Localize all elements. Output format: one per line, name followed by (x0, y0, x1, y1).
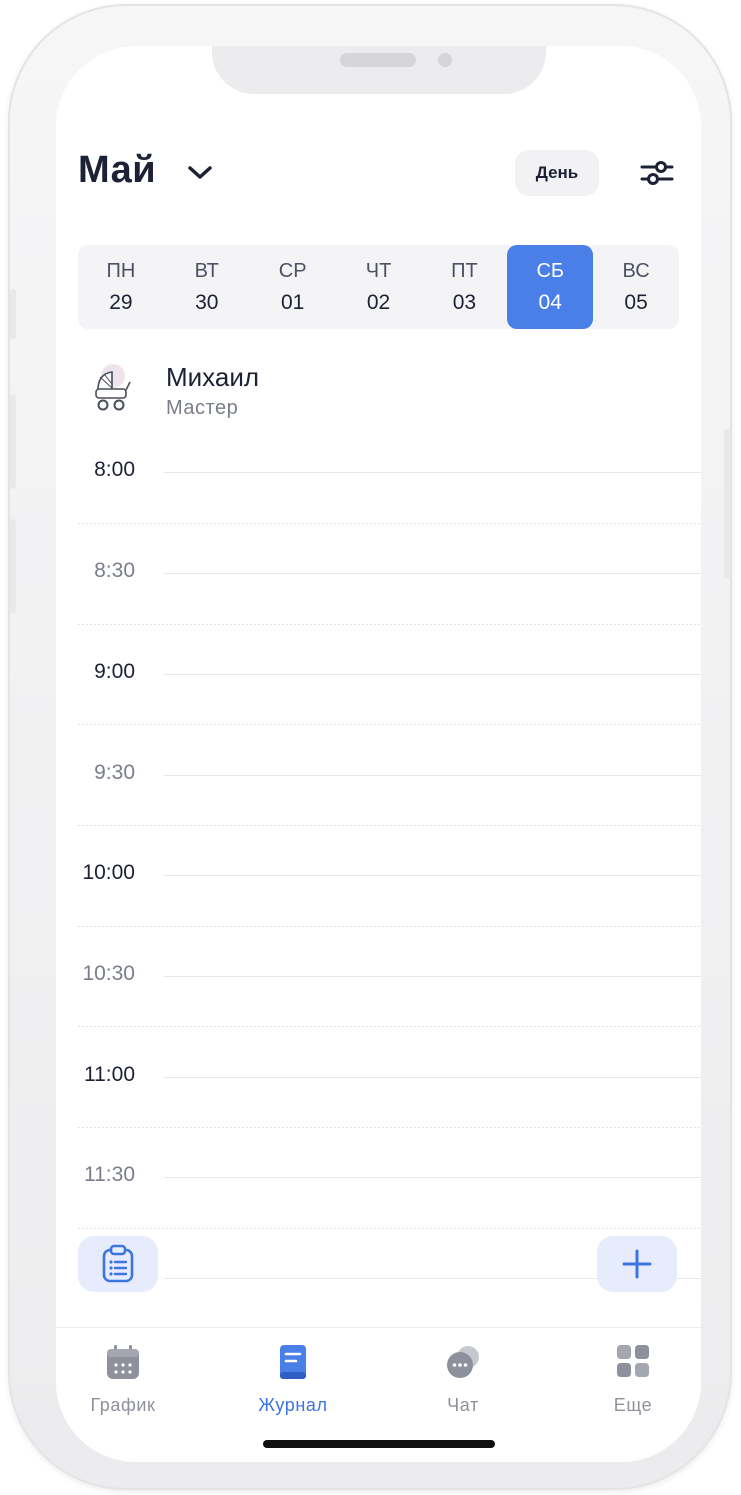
quarter-line (78, 724, 701, 725)
time-slot[interactable]: 9:30 (56, 761, 701, 784)
day-name: ВТ (194, 259, 219, 282)
time-slot[interactable]: 9:00 (56, 660, 701, 683)
tab-label: График (90, 1395, 156, 1415)
time-slot[interactable]: 11:30 (56, 1163, 701, 1186)
tab-journal[interactable]: Журнал (228, 1342, 358, 1416)
half-hour-line (164, 1177, 701, 1178)
quarter-line (78, 1228, 701, 1229)
day-number: 04 (538, 290, 562, 314)
quarter-line (78, 624, 701, 625)
day-name: ПТ (451, 259, 478, 282)
month-title[interactable]: Май (78, 149, 156, 192)
device-frame: Май День ПН 29 ВТ 30 СР 01 ЧТ 02 ПТ 03 С… (8, 4, 732, 1490)
time-slot[interactable]: 11:00 (56, 1063, 701, 1086)
time-label: 8:00 (94, 458, 135, 481)
chevron-down-icon[interactable] (186, 164, 214, 182)
day-wed[interactable]: СР 01 (250, 245, 336, 329)
hour-line (164, 875, 701, 876)
half-hour-line (164, 976, 701, 977)
front-camera (438, 53, 452, 67)
day-number: 29 (109, 290, 133, 314)
day-fri[interactable]: ПТ 03 (421, 245, 507, 329)
day-sun[interactable]: ВС 05 (593, 245, 679, 329)
half-hour-line (164, 775, 701, 776)
day-name: СР (278, 259, 307, 282)
tab-label: Еще (613, 1395, 653, 1415)
volume-down-button (10, 519, 16, 614)
grid-icon (617, 1345, 649, 1377)
power-button (724, 429, 730, 579)
day-name: СБ (536, 259, 565, 282)
time-label: 11:00 (84, 1063, 135, 1086)
quarter-line (78, 825, 701, 826)
speaker (340, 53, 416, 67)
quarter-line (78, 1127, 701, 1128)
home-indicator[interactable] (263, 1440, 495, 1448)
time-label: 10:30 (82, 962, 135, 985)
day-name: ВС (622, 259, 650, 282)
day-mon[interactable]: ПН 29 (78, 245, 164, 329)
clipboard-list-button[interactable] (78, 1236, 158, 1292)
plus-icon (622, 1249, 652, 1279)
time-label: 9:30 (94, 761, 135, 784)
staff-name[interactable]: Михаил (166, 362, 259, 393)
day-number: 01 (280, 290, 305, 314)
time-label: 9:00 (94, 660, 135, 683)
journal-icon (280, 1345, 306, 1379)
quarter-line (78, 1026, 701, 1027)
tab-label: Чат (447, 1395, 479, 1415)
tab-schedule[interactable]: График (58, 1342, 188, 1416)
week-strip: ПН 29 ВТ 30 СР 01 ЧТ 02 ПТ 03 СБ 04 ВС 0… (78, 245, 679, 329)
stroller-avatar-icon (95, 364, 131, 411)
filter-icon[interactable] (640, 158, 674, 188)
time-slot[interactable]: 10:30 (56, 962, 701, 985)
time-label: 11:30 (84, 1163, 135, 1186)
add-appointment-button[interactable] (597, 1236, 677, 1292)
time-label: 10:00 (82, 861, 135, 884)
tab-chat[interactable]: Чат (398, 1342, 528, 1416)
time-slot[interactable]: 8:30 (56, 559, 701, 582)
day-name: ЧТ (365, 259, 392, 282)
hour-line (164, 472, 701, 473)
notch (212, 46, 546, 94)
mute-switch (10, 289, 16, 339)
time-label: 8:30 (94, 559, 135, 582)
day-number: 30 (195, 290, 219, 314)
timeline[interactable]: 8:00 8:30 9:00 9:30 10:00 10:30 11:00 11… (56, 446, 701, 1346)
half-hour-line (164, 573, 701, 574)
clipboard-list-icon (102, 1244, 134, 1283)
day-number: 03 (452, 290, 477, 314)
day-number: 02 (366, 290, 391, 314)
screen: Май День ПН 29 ВТ 30 СР 01 ЧТ 02 ПТ 03 С… (56, 46, 701, 1462)
quarter-line (78, 523, 701, 524)
time-slot[interactable]: 10:00 (56, 861, 701, 884)
day-sat-selected[interactable]: СБ 04 (507, 245, 594, 329)
day-thu[interactable]: ЧТ 02 (336, 245, 422, 329)
day-name: ПН (106, 259, 136, 282)
chat-icon (447, 1346, 479, 1378)
hour-line (164, 674, 701, 675)
day-number: 05 (624, 290, 648, 314)
time-slot[interactable]: 8:00 (56, 458, 701, 481)
calendar-icon (107, 1345, 139, 1379)
tab-label: Журнал (258, 1395, 328, 1415)
view-mode-button[interactable]: День (515, 150, 599, 196)
quarter-line (78, 926, 701, 927)
hour-line (164, 1077, 701, 1078)
day-tue[interactable]: ВТ 30 (164, 245, 250, 329)
tab-more[interactable]: Еще (568, 1342, 698, 1416)
tab-bar: График Журнал Чат Еще (56, 1327, 701, 1462)
staff-role: Мастер (166, 397, 239, 419)
volume-up-button (10, 394, 16, 489)
